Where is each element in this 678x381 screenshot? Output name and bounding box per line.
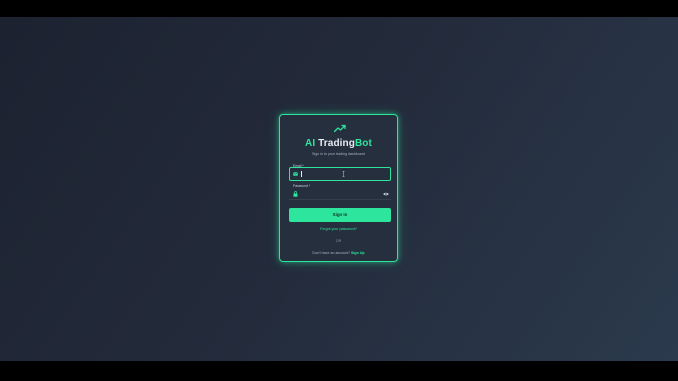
text-cursor-icon (342, 171, 345, 177)
sign-up-link[interactable]: Sign Up (351, 251, 365, 255)
trending-up-icon (334, 124, 346, 133)
password-input[interactable] (303, 190, 373, 198)
email-field[interactable] (289, 167, 391, 181)
mail-icon (293, 172, 298, 176)
sign-in-button[interactable]: Sign In (289, 208, 391, 222)
login-card: AI TradingBot Sign in to your trading da… (279, 114, 398, 262)
title-part-bot: Bot (354, 138, 372, 149)
app-viewport: AI TradingBot Sign in to your trading da… (0, 17, 678, 361)
eye-icon[interactable] (383, 192, 389, 196)
no-account-text: Don't have an account? (312, 251, 352, 255)
app-title: AI TradingBot (280, 138, 397, 149)
signup-prompt: Don't have an account? Sign Up (280, 251, 397, 255)
password-field[interactable] (289, 188, 391, 200)
title-part-trading: Trading (318, 138, 355, 149)
or-divider: OR (335, 239, 342, 243)
forgot-password-link[interactable]: Forgot your password? (280, 227, 397, 231)
title-part-ai: AI (305, 138, 319, 149)
text-caret (301, 171, 302, 177)
lock-icon (293, 191, 298, 197)
subtitle: Sign in to your trading dashboard (312, 152, 365, 156)
